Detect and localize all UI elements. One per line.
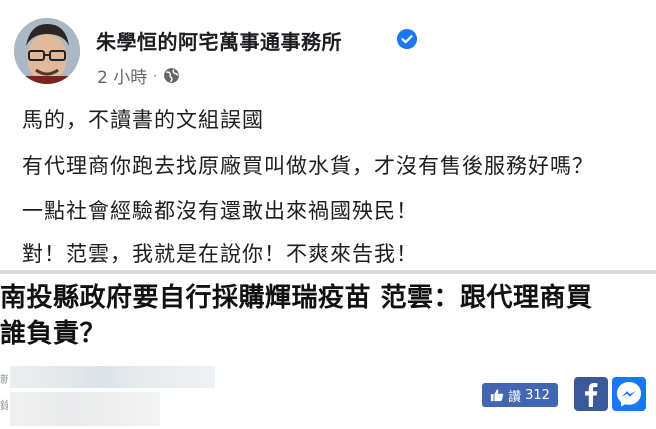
thumbs-up-icon [490,389,504,402]
meta-separator: · [153,68,158,83]
blurred-byline [10,366,215,388]
facebook-icon [585,383,598,407]
article-headline: 南投縣政府要自行採購輝瑞疫苗 范雲：跟代理商買 誰負責？ [0,280,656,352]
like-count: 312 [525,387,550,403]
avatar-image [14,18,80,84]
messenger-icon [617,382,641,407]
messenger-share-button[interactable] [612,377,646,411]
post-text-line: 對！范雲，我就是在說你！不爽來告我！ [22,242,418,266]
like-label: 讚 [508,389,522,405]
cropped-text: 新 [0,373,8,386]
facebook-share-button[interactable] [574,377,608,411]
verified-badge-icon [397,29,417,49]
cropped-text: 錄 [0,399,8,412]
post-text-line: 一點社會經驗都沒有還敢出來禍國殃民！ [22,199,418,223]
post-timestamp[interactable]: 2 小時 [97,63,147,88]
section-divider [0,270,656,274]
page-name-link[interactable]: 朱學恒的阿宅萬事通事務所 [96,26,342,55]
headline-line-2: 誰負責？ [0,319,107,349]
blurred-date [10,392,160,426]
facebook-post: 朱學恒的阿宅萬事通事務所 2 小時 · 馬的，不讀書的文組誤國 有代理商你跑去找… [0,0,656,273]
headline-line-1: 南投縣政府要自行採購輝瑞疫苗 范雲：跟代理商買 [0,283,593,313]
post-text-line: 有代理商你跑去找原廠買叫做水貨，才沒有售後服務好嗎？ [22,154,594,178]
avatar[interactable] [14,18,80,84]
like-button[interactable]: 讚 312 [482,383,558,407]
post-meta: 2 小時 · [97,63,180,88]
globe-icon[interactable] [163,67,180,84]
post-text-line: 馬的，不讀書的文組誤國 [22,108,264,132]
